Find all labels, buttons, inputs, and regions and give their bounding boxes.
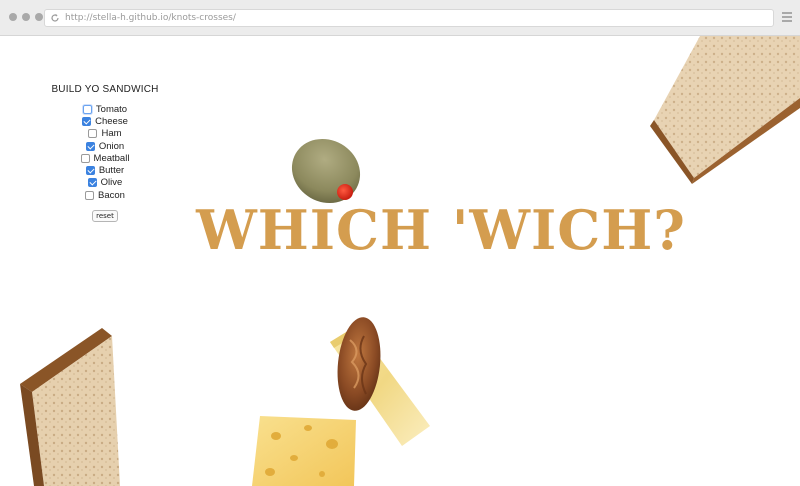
url-text: http://stella-h.github.io/knots-crosses/ [65,13,236,23]
reset-button[interactable]: reset [92,210,118,223]
reload-icon[interactable] [45,13,65,23]
hamburger-menu-icon[interactable] [782,12,792,24]
checkbox[interactable] [82,116,92,126]
browser-chrome: http://stella-h.github.io/knots-crosses/ [0,0,800,36]
ingredient-option-cheese[interactable]: Cheese [40,115,170,127]
sandwich-builder-panel: BUILD YO SANDWICH Tomato Cheese Ham Onion Me… [40,84,170,223]
maximize-dot[interactable] [35,13,43,21]
meatball [334,316,384,421]
bread-slice-bottom-left [20,328,120,486]
checkbox-label: Bacon [98,189,125,201]
close-dot[interactable] [9,13,17,21]
checkbox-label: Ham [101,128,122,140]
minimize-dot[interactable] [22,13,30,21]
checkbox-label: Meatball [93,152,130,164]
ingredient-option-bacon[interactable]: Bacon [40,189,170,201]
page-title: WHICH 'WICH? [196,198,686,262]
cheese-slice [250,416,356,486]
ingredient-option-butter[interactable]: Butter [40,164,170,176]
ingredient-option-meatball[interactable]: Meatball [40,152,170,164]
window-controls[interactable] [9,13,43,21]
checkbox[interactable] [82,104,92,114]
checkbox[interactable] [85,141,95,151]
checkbox-label: Onion [98,140,125,152]
address-bar[interactable]: http://stella-h.github.io/knots-crosses/ [44,9,774,27]
panel-title: BUILD YO SANDWICH [51,84,159,95]
checkbox-label: Tomato [95,103,128,115]
checkbox-label: Cheese [95,115,128,127]
checkbox[interactable] [85,190,95,200]
ingredient-option-ham[interactable]: Ham [40,128,170,140]
ingredient-options: Tomato Cheese Ham Onion Meatball Butter Olive B… [40,103,170,201]
checkbox[interactable] [80,153,90,163]
ingredient-option-olive[interactable]: Olive [40,177,170,189]
checkbox-label: Butter [98,165,125,177]
checkbox[interactable] [85,166,95,176]
checkbox-label: Olive [100,177,123,189]
ingredient-option-tomato[interactable]: Tomato [40,103,170,115]
checkbox[interactable] [88,129,98,139]
bread-slice-top-right [648,36,800,191]
checkbox[interactable] [87,178,97,188]
ingredient-option-onion[interactable]: Onion [40,140,170,152]
